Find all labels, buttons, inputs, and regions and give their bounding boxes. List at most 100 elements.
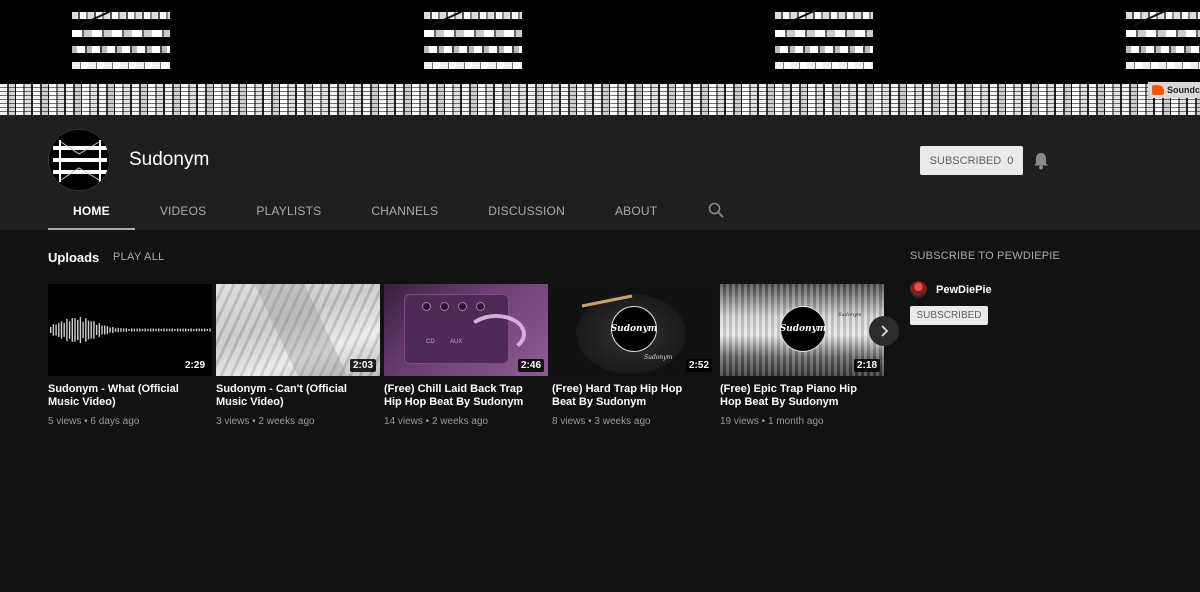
waveform-bar xyxy=(190,328,192,332)
waveform-bar xyxy=(193,328,195,332)
waveform-bar xyxy=(93,321,95,339)
waveform-bar xyxy=(55,324,57,336)
waveform-bar xyxy=(68,321,71,339)
play-all-button[interactable]: PLAY ALL xyxy=(113,251,165,263)
video-duration: 2:52 xyxy=(685,359,712,372)
video-card[interactable]: 2:29 Sudonym - What (Official Music Vide… xyxy=(48,284,212,427)
waveform-bar xyxy=(133,328,136,332)
video-card[interactable]: 2:03 Sudonym - Can't (Official Music Vid… xyxy=(216,284,380,427)
channel-banner: Soundc xyxy=(0,0,1200,115)
channel-search-button[interactable] xyxy=(696,196,736,230)
video-thumbnail[interactable]: 2:29 xyxy=(48,284,212,376)
knob xyxy=(440,302,449,311)
sudonym-logo: Sudonym xyxy=(611,306,657,352)
video-duration: 2:29 xyxy=(181,359,208,372)
tab-videos[interactable]: VIDEOS xyxy=(135,196,232,230)
video-title[interactable]: (Free) Hard Trap Hip Hop Beat By Sudonym xyxy=(552,383,716,409)
video-card[interactable]: Sudonym Sudonym 2:52 (Free) Hard Trap Hi… xyxy=(552,284,716,427)
video-views: 14 views xyxy=(384,416,423,427)
featured-channel-avatar[interactable] xyxy=(910,281,927,298)
featured-channel[interactable]: PewDiePie xyxy=(910,281,992,298)
waveform-bar xyxy=(179,328,181,332)
featured-channel-name[interactable]: PewDiePie xyxy=(936,284,992,296)
banner-glitch-band xyxy=(0,84,1200,115)
tab-about[interactable]: ABOUT xyxy=(590,196,682,230)
banner-tile xyxy=(775,0,873,84)
video-thumbnail[interactable]: Sudonym Sudonym 2:18 xyxy=(720,284,884,376)
waveform-bar xyxy=(112,326,114,334)
video-thumbnail[interactable]: Sudonym Sudonym 2:52 xyxy=(552,284,716,376)
video-meta: 3 views • 2 weeks ago xyxy=(216,416,315,427)
waveform-bar xyxy=(90,321,92,339)
waveform-bar xyxy=(117,327,119,333)
waveform-bar xyxy=(182,328,184,332)
waveform-bar xyxy=(122,328,125,332)
aux-cable xyxy=(466,314,526,354)
waveform-bar xyxy=(139,328,141,332)
video-title[interactable]: (Free) Chill Laid Back Trap Hip Hop Beat… xyxy=(384,383,548,409)
uploads-heading[interactable]: Uploads xyxy=(48,250,99,265)
uploads-shelf: 2:29 Sudonym - What (Official Music Vide… xyxy=(48,284,884,427)
soundcloud-link[interactable]: Soundc xyxy=(1148,82,1200,98)
waveform-bar xyxy=(168,328,171,332)
video-meta: 19 views • 1 month ago xyxy=(720,416,824,427)
waveform-bar xyxy=(77,319,79,341)
waveform-bar xyxy=(174,328,176,332)
video-age: 6 days ago xyxy=(90,416,140,427)
video-card[interactable]: Sudonym Sudonym 2:18 (Free) Epic Trap Pi… xyxy=(720,284,884,427)
waveform-bar xyxy=(66,318,68,342)
waveform-bar xyxy=(98,323,100,337)
video-title[interactable]: Sudonym - What (Official Music Video) xyxy=(48,383,212,409)
waveform-bar xyxy=(114,328,117,332)
waveform-bar xyxy=(187,328,190,332)
video-views: 3 views xyxy=(216,416,250,427)
soundcloud-icon xyxy=(1152,85,1164,95)
search-icon xyxy=(708,202,724,218)
banner-tile xyxy=(424,0,522,84)
banner-tile xyxy=(1126,0,1200,84)
waveform-bar xyxy=(163,328,165,332)
featured-subscribed-button[interactable]: SUBSCRIBED xyxy=(910,306,988,325)
thumb-label: AUX xyxy=(450,339,463,345)
video-age: 2 weeks ago xyxy=(431,416,489,427)
video-thumbnail[interactable]: 2:03 xyxy=(216,284,380,376)
knob xyxy=(458,302,467,311)
waveform-bar xyxy=(155,328,157,332)
tab-discussion[interactable]: DISCUSSION xyxy=(463,196,590,230)
waveform-bar xyxy=(141,328,144,332)
video-age: 2 weeks ago xyxy=(258,416,315,427)
waveform-bar xyxy=(79,316,82,344)
shelf-next-button[interactable] xyxy=(869,316,899,346)
waveform-bar xyxy=(87,320,90,340)
channel-avatar[interactable] xyxy=(48,129,110,191)
video-meta: 14 views • 2 weeks ago xyxy=(384,416,489,427)
thumb-label: CD xyxy=(426,339,435,345)
waveform-bar xyxy=(109,327,111,333)
waveform-bar xyxy=(120,328,122,332)
waveform-bar xyxy=(209,328,211,332)
waveform-bar xyxy=(125,328,127,332)
subscribed-button[interactable]: SUBSCRIBED 0 xyxy=(920,146,1023,175)
waveform-bar xyxy=(128,328,130,332)
tab-home[interactable]: HOME xyxy=(48,196,135,230)
video-title[interactable]: Sudonym - Can't (Official Music Video) xyxy=(216,383,380,409)
waveform-bar xyxy=(147,328,149,332)
waveform-bar xyxy=(166,328,168,332)
small-logo: Sudonym xyxy=(838,312,862,318)
waveform-bar xyxy=(82,321,84,339)
video-title[interactable]: (Free) Epic Trap Piano Hip Hop Beat By S… xyxy=(720,383,884,409)
banner-tile xyxy=(72,0,170,84)
tab-channels[interactable]: CHANNELS xyxy=(346,196,463,230)
tab-playlists[interactable]: PLAYLISTS xyxy=(231,196,346,230)
video-card[interactable]: CD AUX 2:46 (Free) Chill Laid Back Trap … xyxy=(384,284,548,427)
waveform-bar xyxy=(158,328,160,332)
small-logo: Sudonym xyxy=(644,354,673,361)
waveform-bar xyxy=(50,327,52,333)
waveform-bar xyxy=(52,324,55,336)
notification-bell-icon[interactable] xyxy=(1033,152,1049,170)
channel-tabs: HOME VIDEOS PLAYLISTS CHANNELS DISCUSSIO… xyxy=(48,196,736,230)
video-meta: 8 views • 3 weeks ago xyxy=(552,416,651,427)
channel-name: Sudonym xyxy=(129,149,210,170)
video-thumbnail[interactable]: CD AUX 2:46 xyxy=(384,284,548,376)
soundcloud-label: Soundc xyxy=(1167,85,1200,95)
